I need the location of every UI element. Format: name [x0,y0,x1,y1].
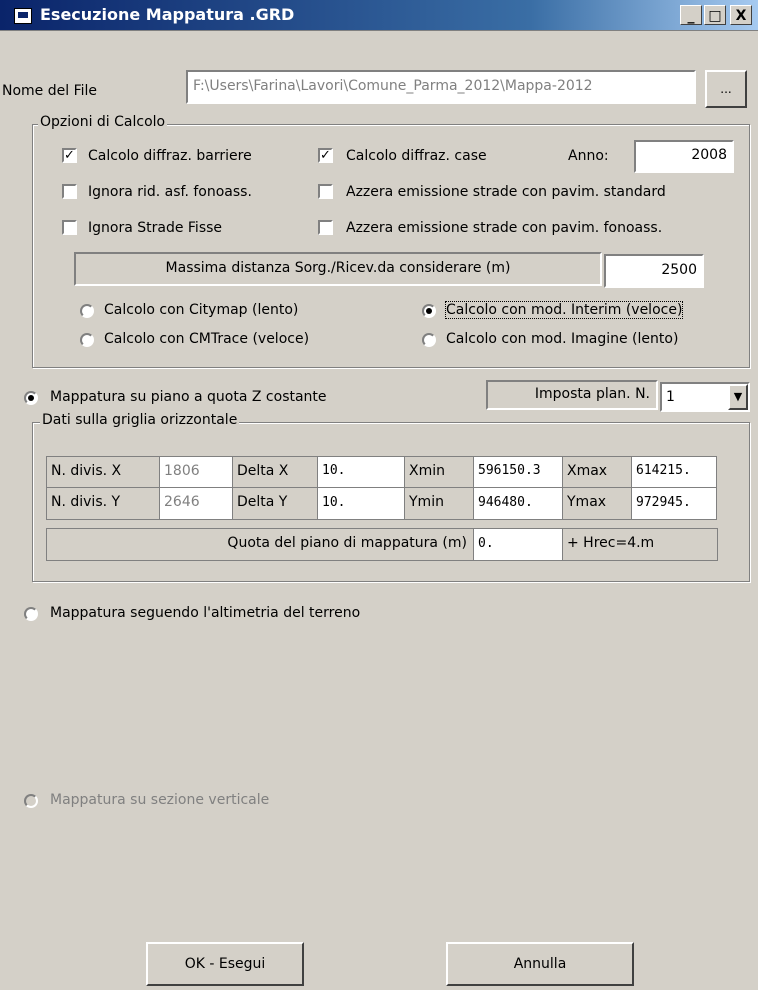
xmax-label: Xmax [562,456,632,488]
houses-checkbox[interactable]: ✓ [318,148,333,163]
citymap-radio[interactable] [80,304,94,318]
max-distance-label: Massima distanza Sorg./Ricev.da consider… [74,252,602,286]
imagine-radio[interactable] [422,333,436,347]
cmtrace-label: Calcolo con CMTrace (veloce) [104,331,310,347]
ok-button[interactable]: OK - Esegui [146,942,304,986]
vertical-label: Mappatura su sezione verticale [50,792,270,808]
ndiv-y-field[interactable]: 2646 [159,487,233,520]
zero-standard-label: Azzera emissione strade con pavim. stand… [346,184,666,200]
delta-y-field[interactable]: 10. [317,487,405,520]
zero-fonoass-label: Azzera emissione strade con pavim. fonoa… [346,220,663,236]
ymin-field[interactable]: 946480. [473,487,563,520]
delta-x-label: Delta X [232,456,318,488]
app-icon [14,8,32,24]
ignore-asf-label: Ignora rid. asf. fonoass. [88,184,252,200]
ymin-label: Ymin [404,487,474,520]
plan-label: Imposta plan. N. [486,380,658,410]
minimize-button[interactable]: _ [680,5,702,25]
quota-label: Quota del piano di mappatura (m) [46,528,474,561]
houses-label: Calcolo diffraz. case [346,148,487,164]
interim-label: Calcolo con mod. Interim (veloce) [444,301,684,319]
ignore-asf-checkbox[interactable] [62,184,77,199]
imagine-label: Calcolo con mod. Imagine (lento) [446,331,679,347]
zero-fonoass-checkbox[interactable] [318,220,333,235]
ndiv-x-field[interactable]: 1806 [159,456,233,488]
terrain-radio[interactable] [24,607,38,621]
grid-legend: Dati sulla griglia orizzontale [40,412,240,428]
file-name-field[interactable]: F:\Users\Farina\Lavori\Comune_Parma_2012… [186,70,696,104]
options-legend: Opzioni di Calcolo [38,114,168,130]
barriers-checkbox[interactable]: ✓ [62,148,77,163]
delta-x-field[interactable]: 10. [317,456,405,488]
chevron-down-icon[interactable]: ▼ [728,384,748,410]
constant-plane-label: Mappatura su piano a quota Z costante [50,389,327,405]
ndiv-x-label: N. divis. X [46,456,160,488]
interim-radio[interactable] [422,304,436,318]
vertical-radio[interactable] [24,794,38,808]
browse-button[interactable]: ... [705,70,747,108]
xmin-field[interactable]: 596150.3 [473,456,563,488]
xmax-field[interactable]: 614215. [631,456,717,488]
citymap-label: Calcolo con Citymap (lento) [104,302,299,318]
window-title: Esecuzione Mappatura .GRD [40,5,295,24]
quota-field[interactable]: 0. [473,528,563,561]
plan-select-value: 1 [666,389,675,405]
xmin-label: Xmin [404,456,474,488]
cmtrace-radio[interactable] [80,333,94,347]
ymax-field[interactable]: 972945. [631,487,717,520]
zero-standard-checkbox[interactable] [318,184,333,199]
ignore-fixed-label: Ignora Strade Fisse [88,220,223,236]
ndiv-y-label: N. divis. Y [46,487,160,520]
delta-y-label: Delta Y [232,487,318,520]
maximize-button[interactable]: □ [704,5,726,25]
file-name-label: Nome del File [2,83,98,99]
hrec-label: + Hrec=4.m [562,528,718,561]
terrain-label: Mappatura seguendo l'altimetria del terr… [50,605,361,621]
anno-field[interactable]: 2008 [634,140,734,173]
close-button[interactable]: X [730,5,752,25]
cancel-button[interactable]: Annulla [446,942,634,986]
constant-plane-radio[interactable] [24,391,38,405]
anno-label: Anno: [568,148,609,164]
ignore-fixed-checkbox[interactable] [62,220,77,235]
barriers-label: Calcolo diffraz. barriere [88,148,252,164]
max-distance-field[interactable]: 2500 [604,254,704,288]
ymax-label: Ymax [562,487,632,520]
